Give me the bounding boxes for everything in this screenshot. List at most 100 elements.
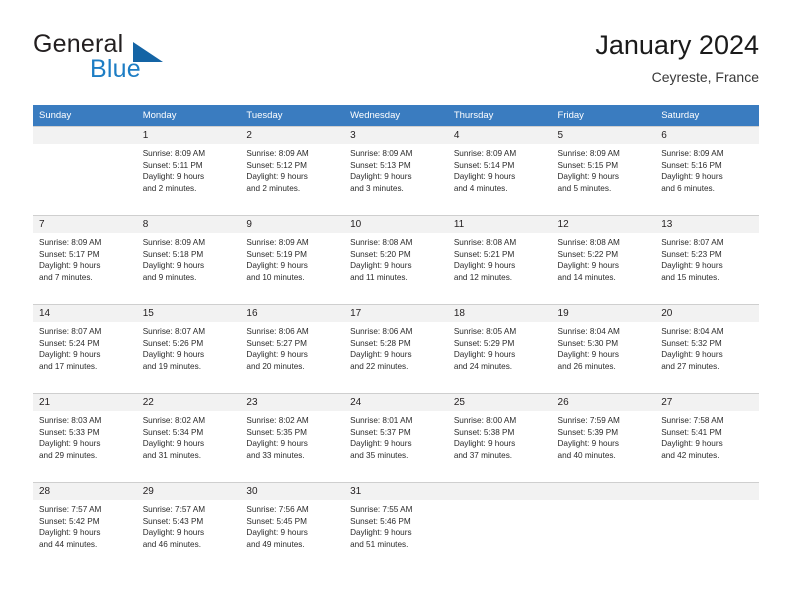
day-details: Sunrise: 8:07 AM Sunset: 5:26 PM Daylight:… (137, 322, 241, 372)
calendar-day-cell[interactable]: 19 Sunrise: 8:04 AM Sunset: 5:30 PM Dayligh… (551, 304, 656, 393)
day-details: Sunrise: 8:02 AM Sunset: 5:35 PM Daylight:… (240, 411, 344, 461)
day-sunrise-text: Sunrise: 8:06 AM (246, 327, 309, 336)
day-cell-body: 31 Sunrise: 7:55 AM Sunset: 5:46 PM Dayligh… (344, 482, 448, 571)
day-number: 18 (447, 305, 552, 322)
day-number: 16 (240, 305, 345, 322)
calendar-day-cell[interactable]: 24 Sunrise: 8:01 AM Sunset: 5:37 PM Dayligh… (344, 393, 448, 482)
brand-logo[interactable]: General Blue (33, 30, 233, 92)
day-daylight-line1-text: Daylight: 9 hours (246, 172, 308, 182)
calendar-day-cell[interactable]: 18 Sunrise: 8:05 AM Sunset: 5:29 PM Dayligh… (447, 304, 552, 393)
day-details: Sunrise: 8:06 AM Sunset: 5:27 PM Daylight:… (240, 322, 344, 372)
day-daylight-line2-text: and 2 minutes. (246, 183, 301, 193)
day-cell-body: 7 Sunrise: 8:09 AM Sunset: 5:17 PM Daylight… (33, 215, 137, 304)
day-daylight-line2-text: and 10 minutes. (246, 272, 305, 282)
day-sunrise-text: Sunrise: 8:09 AM (246, 149, 309, 158)
calendar-day-cell[interactable]: 6 Sunrise: 8:09 AM Sunset: 5:16 PM Daylight… (655, 126, 759, 215)
calendar-day-cell[interactable]: 4 Sunrise: 8:09 AM Sunset: 5:14 PM Daylight… (447, 126, 552, 215)
day-details: Sunrise: 7:56 AM Sunset: 5:45 PM Daylight:… (240, 500, 344, 550)
calendar-day-cell[interactable]: 26 Sunrise: 7:59 AM Sunset: 5:39 PM Dayligh… (551, 393, 656, 482)
calendar-day-cell[interactable]: 25 Sunrise: 8:00 AM Sunset: 5:38 PM Dayligh… (447, 393, 552, 482)
day-cell-body: 13 Sunrise: 8:07 AM Sunset: 5:23 PM Dayligh… (655, 215, 759, 304)
day-daylight-line2-text: and 33 minutes. (246, 450, 305, 460)
day-sunset-text: Sunset: 5:23 PM (661, 249, 722, 259)
calendar-day-cell[interactable]: 8 Sunrise: 8:09 AM Sunset: 5:18 PM Daylight… (136, 215, 241, 304)
calendar-day-cell[interactable]: 13 Sunrise: 8:07 AM Sunset: 5:23 PM Dayligh… (655, 215, 759, 304)
calendar-day-cell[interactable]: 21 Sunrise: 8:03 AM Sunset: 5:33 PM Dayligh… (33, 393, 137, 482)
day-sunset-text: Sunset: 5:14 PM (453, 160, 515, 170)
day-details: Sunrise: 8:09 AM Sunset: 5:19 PM Daylight:… (240, 233, 344, 283)
day-cell-body: 12 Sunrise: 8:08 AM Sunset: 5:22 PM Dayligh… (551, 215, 656, 304)
day-number: 23 (240, 394, 345, 411)
calendar-day-cell[interactable]: 30 Sunrise: 7:56 AM Sunset: 5:45 PM Dayligh… (240, 482, 345, 571)
calendar-day-cell[interactable]: 11 Sunrise: 8:08 AM Sunset: 5:21 PM Dayligh… (447, 215, 552, 304)
day-daylight-line1-text: Daylight: 9 hours (557, 172, 619, 182)
day-details: Sunrise: 8:09 AM Sunset: 5:17 PM Daylight:… (33, 233, 137, 283)
day-sunset-text: Sunset: 5:19 PM (246, 249, 307, 259)
day-cell-body (33, 126, 137, 215)
day-sunset-text: Sunset: 5:35 PM (246, 427, 307, 437)
day-number: 29 (136, 483, 241, 500)
day-cell-body: 21 Sunrise: 8:03 AM Sunset: 5:33 PM Dayligh… (33, 393, 137, 482)
day-details: Sunrise: 8:08 AM Sunset: 5:22 PM Daylight:… (552, 233, 656, 283)
calendar-day-cell[interactable]: 12 Sunrise: 8:08 AM Sunset: 5:22 PM Dayligh… (551, 215, 656, 304)
weekday-header-friday: Friday (551, 105, 656, 126)
day-number: 25 (447, 394, 552, 411)
day-sunrise-text: Sunrise: 8:08 AM (557, 238, 620, 247)
day-sunset-text: Sunset: 5:37 PM (350, 427, 411, 437)
calendar-day-cell[interactable]: 22 Sunrise: 8:02 AM Sunset: 5:34 PM Dayligh… (136, 393, 241, 482)
day-daylight-line1-text: Daylight: 9 hours (142, 528, 205, 538)
day-sunrise-text: Sunrise: 8:09 AM (661, 149, 724, 158)
calendar-day-cell[interactable]: 31 Sunrise: 7:55 AM Sunset: 5:46 PM Dayligh… (344, 482, 448, 571)
day-sunset-text: Sunset: 5:28 PM (350, 338, 411, 348)
day-daylight-line1-text: Daylight: 9 hours (661, 439, 723, 449)
calendar-week-row: 21 Sunrise: 8:03 AM Sunset: 5:33 PM Dayligh… (33, 393, 759, 482)
day-daylight-line1-text: Daylight: 9 hours (453, 439, 516, 449)
calendar-day-cell[interactable]: 16 Sunrise: 8:06 AM Sunset: 5:27 PM Dayligh… (240, 304, 345, 393)
day-details: Sunrise: 8:03 AM Sunset: 5:33 PM Daylight:… (33, 411, 137, 461)
page-subtitle: Ceyreste, France (651, 69, 759, 85)
calendar-day-cell[interactable]: 17 Sunrise: 8:06 AM Sunset: 5:28 PM Dayligh… (344, 304, 448, 393)
calendar-day-cell[interactable]: 9 Sunrise: 8:09 AM Sunset: 5:19 PM Daylight… (240, 215, 345, 304)
day-number: 5 (551, 127, 656, 144)
day-sunset-text: Sunset: 5:41 PM (661, 427, 722, 437)
calendar-day-cell[interactable]: 15 Sunrise: 8:07 AM Sunset: 5:26 PM Dayligh… (136, 304, 241, 393)
day-cell-body: 10 Sunrise: 8:08 AM Sunset: 5:20 PM Dayligh… (344, 215, 448, 304)
day-number: 31 (344, 483, 448, 500)
day-daylight-line2-text: and 44 minutes. (39, 539, 98, 549)
day-sunset-text: Sunset: 5:30 PM (557, 338, 619, 348)
calendar-day-cell[interactable]: 29 Sunrise: 7:57 AM Sunset: 5:43 PM Dayligh… (136, 482, 241, 571)
day-sunrise-text: Sunrise: 7:55 AM (350, 505, 413, 514)
day-daylight-line1-text: Daylight: 9 hours (142, 261, 205, 271)
calendar-day-cell[interactable]: 27 Sunrise: 7:58 AM Sunset: 5:41 PM Dayligh… (655, 393, 759, 482)
calendar-day-cell[interactable]: 28 Sunrise: 7:57 AM Sunset: 5:42 PM Dayligh… (33, 482, 137, 571)
day-sunrise-text: Sunrise: 8:04 AM (661, 327, 724, 336)
day-details: Sunrise: 8:08 AM Sunset: 5:20 PM Daylight:… (344, 233, 448, 283)
day-daylight-line2-text: and 7 minutes. (39, 272, 93, 282)
day-number: 22 (136, 394, 241, 411)
day-cell-body: 1 Sunrise: 8:09 AM Sunset: 5:11 PM Daylight… (136, 126, 241, 215)
day-details: Sunrise: 8:09 AM Sunset: 5:11 PM Daylight:… (137, 144, 241, 194)
day-sunrise-text: Sunrise: 7:56 AM (246, 505, 309, 514)
calendar-day-cell[interactable]: 1 Sunrise: 8:09 AM Sunset: 5:11 PM Daylight… (136, 126, 241, 215)
calendar-day-cell[interactable]: 23 Sunrise: 8:02 AM Sunset: 5:35 PM Dayligh… (240, 393, 345, 482)
title-block: January 2024 Ceyreste, France (595, 28, 759, 87)
day-cell-body: 27 Sunrise: 7:58 AM Sunset: 5:41 PM Dayligh… (655, 393, 759, 482)
day-number (447, 483, 552, 500)
day-cell-body: 30 Sunrise: 7:56 AM Sunset: 5:45 PM Dayligh… (240, 482, 345, 571)
calendar-day-cell[interactable]: 2 Sunrise: 8:09 AM Sunset: 5:12 PM Daylight… (240, 126, 345, 215)
calendar-day-cell[interactable]: 14 Sunrise: 8:07 AM Sunset: 5:24 PM Dayligh… (33, 304, 137, 393)
calendar-day-cell[interactable]: 7 Sunrise: 8:09 AM Sunset: 5:17 PM Daylight… (33, 215, 137, 304)
calendar-day-cell[interactable]: 20 Sunrise: 8:04 AM Sunset: 5:32 PM Dayligh… (655, 304, 759, 393)
weekday-header-sunday: Sunday (33, 105, 137, 126)
calendar-day-cell[interactable]: 3 Sunrise: 8:09 AM Sunset: 5:13 PM Daylight… (344, 126, 448, 215)
calendar-day-cell[interactable]: 10 Sunrise: 8:08 AM Sunset: 5:20 PM Dayligh… (344, 215, 448, 304)
day-cell-body: 18 Sunrise: 8:05 AM Sunset: 5:29 PM Dayligh… (447, 304, 552, 393)
day-cell-body (655, 482, 759, 571)
day-daylight-line1-text: Daylight: 9 hours (39, 350, 101, 360)
day-number: 8 (136, 216, 241, 233)
day-sunset-text: Sunset: 5:43 PM (142, 516, 204, 526)
calendar-day-cell[interactable]: 5 Sunrise: 8:09 AM Sunset: 5:15 PM Daylight… (551, 126, 656, 215)
day-daylight-line2-text: and 17 minutes. (39, 361, 98, 371)
calendar-body: 1 Sunrise: 8:09 AM Sunset: 5:11 PM Daylight… (33, 126, 759, 571)
day-sunset-text: Sunset: 5:46 PM (350, 516, 411, 526)
